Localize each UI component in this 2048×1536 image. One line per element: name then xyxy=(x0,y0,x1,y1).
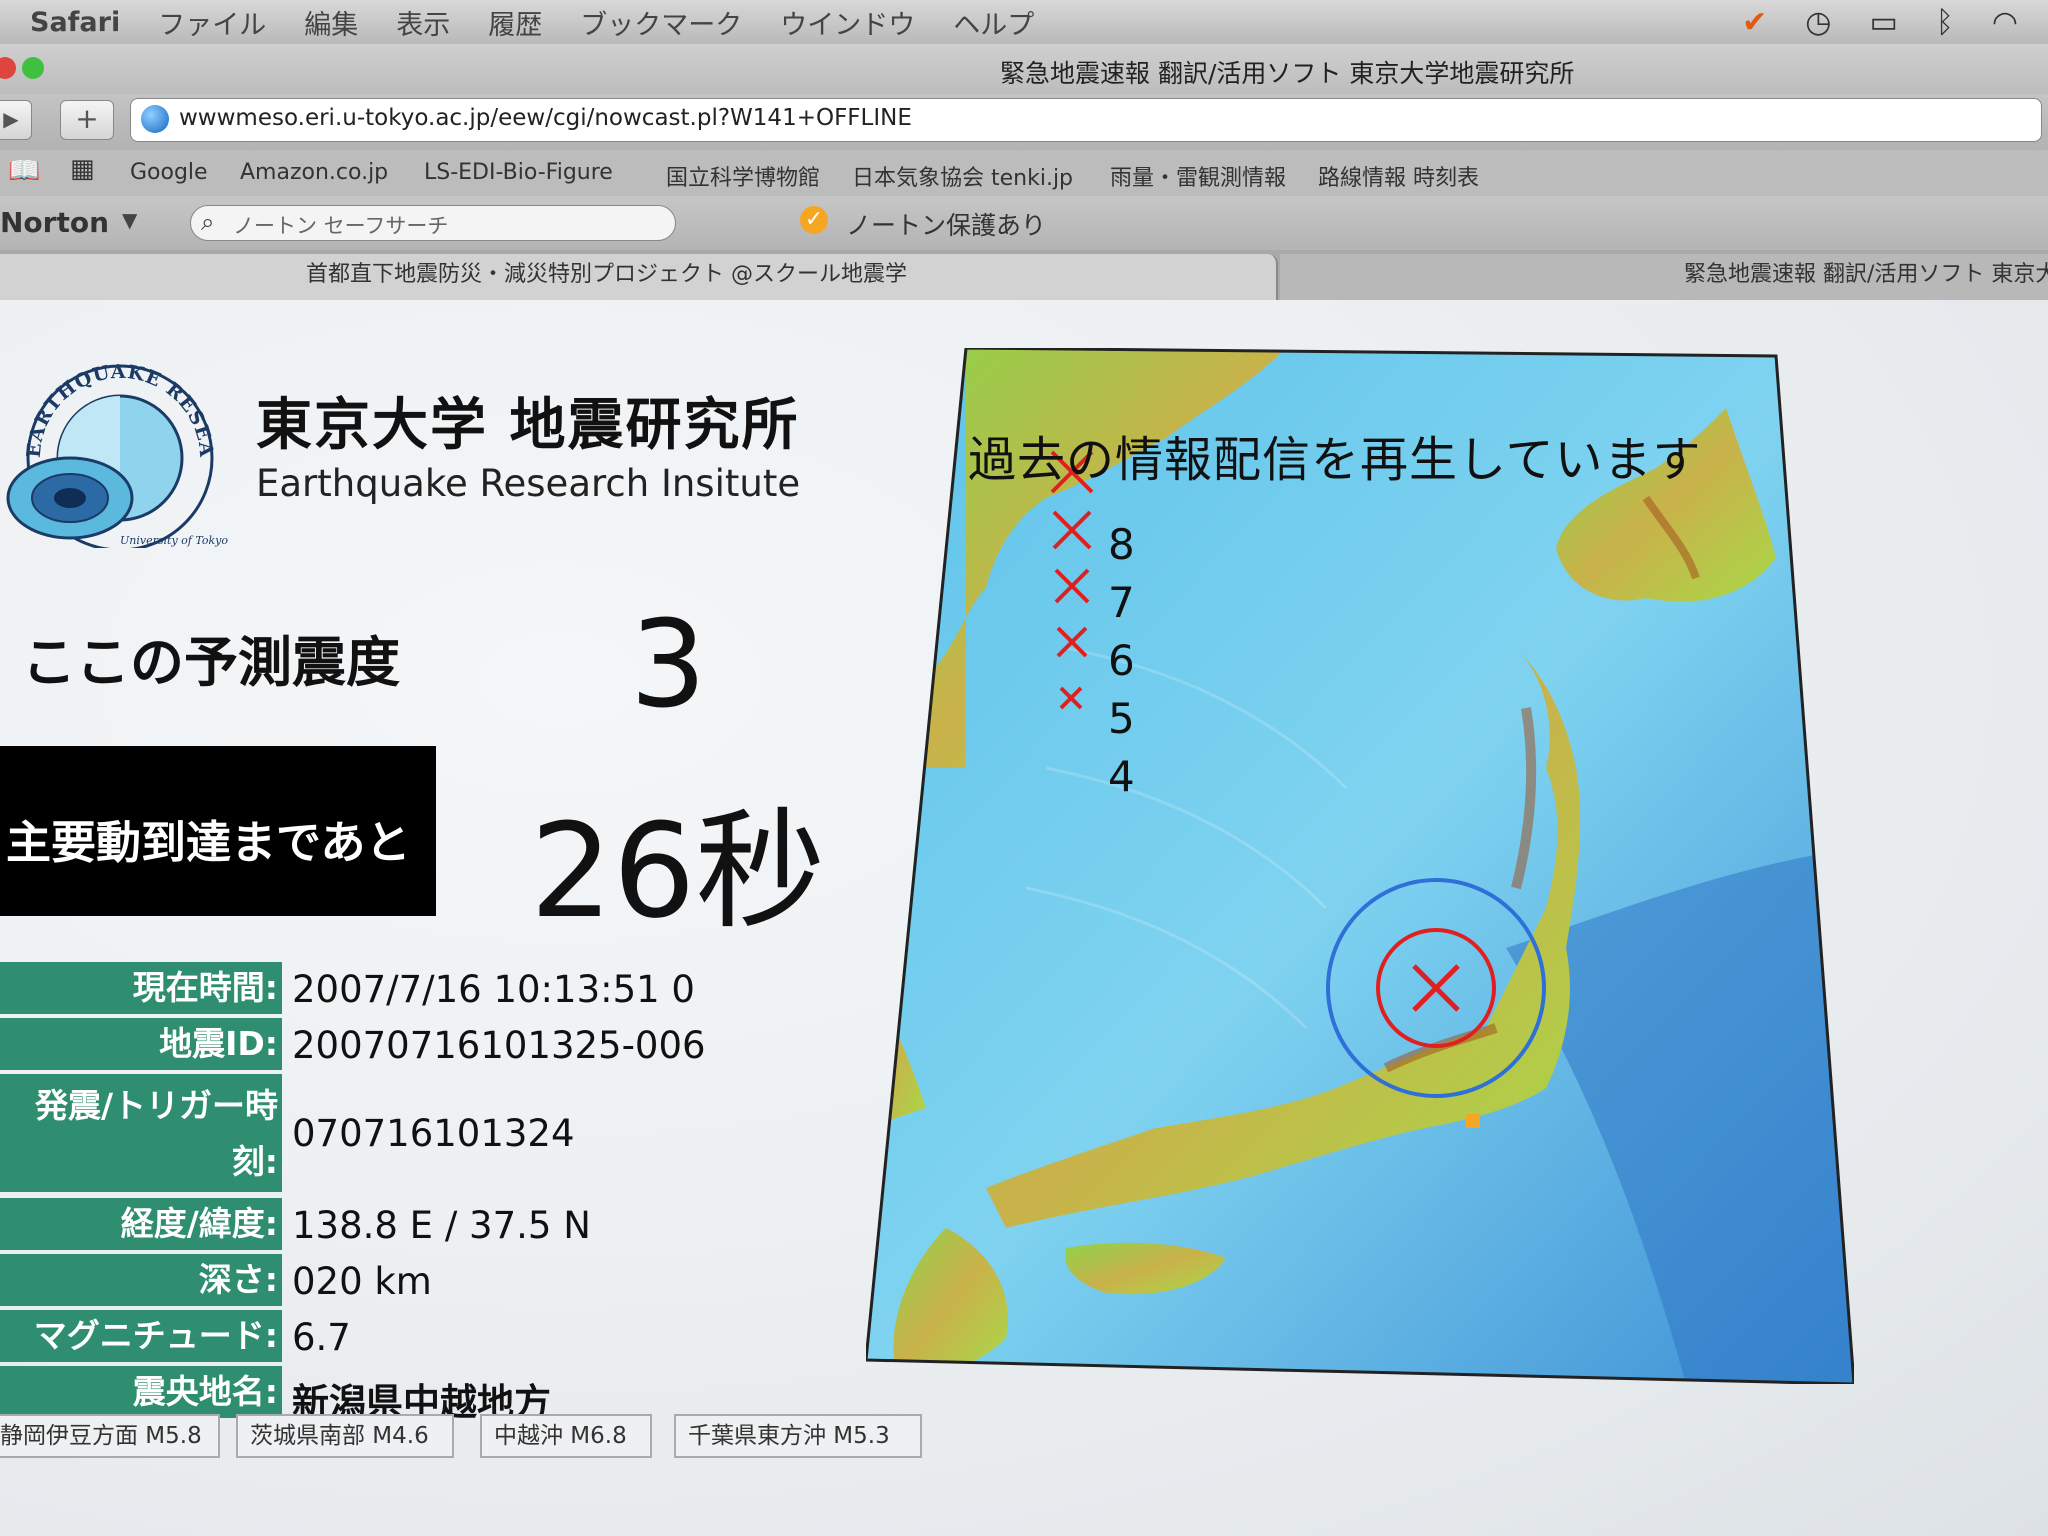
replay-message: 過去の情報配信を再生しています xyxy=(968,432,1702,488)
mac-menu-bar: Safari ファイル 編集 表示 履歴 ブックマーク ウインドウ ヘルプ ✔ … xyxy=(0,0,2048,44)
display-icon[interactable]: ▭ xyxy=(1869,5,1897,40)
bookmark-ls-edi[interactable]: LS-EDI-Bio-Figure xyxy=(424,160,613,185)
history-tab-chuetsu-oki[interactable]: 中越沖 M6.8 xyxy=(480,1414,652,1458)
menu-history[interactable]: 履歴 xyxy=(488,3,542,42)
reading-list-icon[interactable]: 📖 xyxy=(8,156,40,186)
norton-brand[interactable]: Norton xyxy=(0,206,109,239)
info-value: 6.7 xyxy=(292,1316,351,1359)
norton-protection-status[interactable]: ノートン保護あり xyxy=(846,206,1046,242)
add-bookmark-button[interactable]: + xyxy=(60,100,114,140)
info-value: 070716101324 xyxy=(292,1112,575,1155)
tab-bar: 首都直下地震防災・減災特別プロジェクト @スクール地震学 緊急地震速報 翻訳/活… xyxy=(0,250,2048,300)
forward-button[interactable]: ▶ xyxy=(0,100,32,140)
menu-file[interactable]: ファイル xyxy=(158,3,266,42)
browser-toolbar: ▶ + wwwmeso.eri.u-tokyo.ac.jp/eew/cgi/no… xyxy=(0,94,2048,150)
tab-school-seismology[interactable]: 首都直下地震防災・減災特別プロジェクト @スクール地震学 xyxy=(0,254,1278,300)
history-tab-ibaraki[interactable]: 茨城県南部 M4.6 xyxy=(236,1414,454,1458)
info-label: 地震ID: xyxy=(0,1018,282,1070)
bookmark-tenki[interactable]: 日本気象協会 tenki.jp xyxy=(852,160,1073,192)
zoom-window-button[interactable] xyxy=(22,57,44,79)
bookmarks-bar: 📖 ▦ Google Amazon.co.jp LS-EDI-Bio-Figur… xyxy=(0,150,2048,197)
info-value: 20070716101325-006 xyxy=(292,1024,706,1067)
bookmark-rain[interactable]: 雨量・雷観測情報 xyxy=(1110,160,1286,192)
norton-search-input[interactable]: ⌕ ノートン セーフサーチ xyxy=(190,205,676,241)
grid-icon[interactable]: ▦ xyxy=(70,154,95,184)
info-label: マグニチュード: xyxy=(0,1310,282,1362)
window-title: 緊急地震速報 翻訳/活用ソフト 東京大学地震研究所 xyxy=(1000,59,1575,88)
check-status-icon[interactable]: ✔ xyxy=(1742,5,1767,40)
search-icon: ⌕ xyxy=(201,208,215,236)
legend-label-6: 6 xyxy=(1108,636,1135,685)
menu-window[interactable]: ウインドウ xyxy=(780,3,915,42)
tab-label: 緊急地震速報 翻訳/活用ソフト 東京大 xyxy=(1684,262,2048,287)
close-window-button[interactable] xyxy=(0,57,16,79)
bookmark-amazon[interactable]: Amazon.co.jp xyxy=(240,160,388,185)
menu-view[interactable]: 表示 xyxy=(396,3,450,42)
legend-label-7: 7 xyxy=(1108,578,1135,627)
legend-label-4: 4 xyxy=(1108,752,1135,801)
chevron-down-icon[interactable]: ▼ xyxy=(122,208,137,232)
menu-help[interactable]: ヘルプ xyxy=(953,3,1034,42)
location-marker-icon xyxy=(1466,1114,1480,1128)
institute-name-ja: 東京大学 地震研究所 xyxy=(256,393,800,458)
legend-label-8: 8 xyxy=(1108,520,1135,569)
info-value: 020 km xyxy=(292,1260,432,1303)
logo-subtitle: University of Tokyo xyxy=(120,534,228,547)
info-label: 震央地名: xyxy=(0,1366,282,1418)
arrival-label-box: 主要動到達まであと xyxy=(0,746,436,916)
norton-toolbar: Norton ▼ ⌕ ノートン セーフサーチ ✓ ノートン保護あり xyxy=(0,196,2048,251)
address-bar[interactable]: wwwmeso.eri.u-tokyo.ac.jp/eew/cgi/nowcas… xyxy=(130,98,2042,142)
arrival-label: 主要動到達まであと xyxy=(6,816,411,869)
bookmark-museum[interactable]: 国立科学博物館 xyxy=(666,160,820,192)
info-label: 深さ: xyxy=(0,1254,282,1306)
info-value: 2007/7/16 10:13:51 0 xyxy=(292,968,695,1011)
checkmark-icon: ✓ xyxy=(800,206,828,234)
japan-relief-map[interactable] xyxy=(866,348,1854,1384)
window-title-bar: 緊急地震速報 翻訳/活用ソフト 東京大学地震研究所 xyxy=(0,44,2048,94)
institute-name-en: Earthquake Research Insitute xyxy=(256,462,801,505)
wifi-icon[interactable]: ◠ xyxy=(1992,5,2018,40)
bookmark-train[interactable]: 路線情報 時刻表 xyxy=(1318,160,1479,192)
predicted-intensity-label: ここの予測震度 xyxy=(22,631,400,694)
predicted-intensity-value: 3 xyxy=(630,596,707,735)
arrival-countdown: 26秒 xyxy=(530,795,826,947)
bluetooth-icon[interactable]: ᛒ xyxy=(1936,5,1954,40)
info-value: 138.8 E / 37.5 N xyxy=(292,1204,591,1247)
info-label: 経度/緯度: xyxy=(0,1198,282,1250)
history-tab-chiba[interactable]: 千葉県東方沖 M5.3 xyxy=(674,1414,922,1458)
globe-icon xyxy=(141,105,169,133)
menu-bookmarks[interactable]: ブックマーク xyxy=(580,3,742,42)
search-placeholder: ノートン セーフサーチ xyxy=(233,214,449,238)
tab-eew-software[interactable]: 緊急地震速報 翻訳/活用ソフト 東京大 xyxy=(1280,254,2048,300)
info-label: 発震/トリガー時刻: xyxy=(0,1074,282,1192)
info-label: 現在時間: xyxy=(0,962,282,1014)
menu-status-area: ✔ ◷ ▭ ᛒ ◠ xyxy=(1742,5,2018,40)
menu-edit[interactable]: 編集 xyxy=(304,3,358,42)
legend-label-5: 5 xyxy=(1108,694,1135,743)
history-tab-shizuoka[interactable]: 静岡伊豆方面 M5.8 xyxy=(0,1414,220,1458)
tab-label: 首都直下地震防災・減災特別プロジェクト @スクール地震学 xyxy=(306,262,907,287)
url-text[interactable]: wwwmeso.eri.u-tokyo.ac.jp/eew/cgi/nowcas… xyxy=(179,105,912,131)
bookmark-google[interactable]: Google xyxy=(130,160,208,185)
page-content: EARTHQUAKE RESEARCH INSTITUTE University… xyxy=(0,300,2048,1536)
eri-logo: EARTHQUAKE RESEARCH INSTITUTE University… xyxy=(0,338,228,548)
menu-safari[interactable]: Safari xyxy=(30,7,120,38)
time-machine-icon[interactable]: ◷ xyxy=(1805,5,1831,40)
